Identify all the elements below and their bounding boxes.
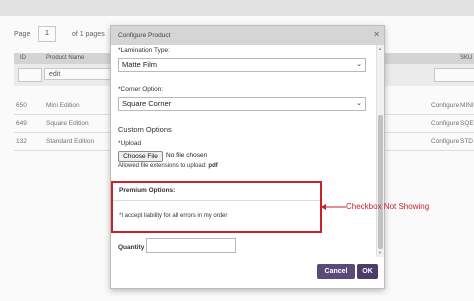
modal-scrollbar[interactable]: ▲ ▼: [376, 45, 384, 257]
chevron-down-icon: ⌄: [356, 61, 362, 68]
chevron-down-icon: ⌄: [356, 100, 362, 107]
close-icon[interactable]: ✕: [373, 30, 380, 39]
premium-options-title: Premium Options:: [119, 187, 176, 194]
modal-body: *Lamination Type: Matte Film ⌄ *Corner O…: [111, 45, 377, 257]
modal-header: Configure Product ✕: [111, 26, 384, 45]
allowed-extensions: Allowed file extensions to upload: pdf: [118, 163, 218, 169]
modal-title: Configure Product: [118, 32, 171, 39]
ok-button[interactable]: OK: [357, 264, 378, 279]
quantity-input[interactable]: [146, 238, 236, 253]
scroll-thumb[interactable]: [378, 115, 383, 249]
cancel-button[interactable]: Cancel: [317, 264, 355, 279]
lamination-value: Matte Film: [122, 60, 158, 69]
corner-value: Square Corner: [122, 99, 172, 108]
quantity-label: Quantity: [118, 244, 145, 251]
allowed-extensions-value: pdf: [208, 163, 218, 169]
lamination-select[interactable]: Matte Film ⌄: [118, 58, 366, 72]
configure-product-modal: Configure Product ✕ *Lamination Type: Ma…: [110, 25, 385, 289]
custom-options-title: Custom Options: [118, 125, 172, 134]
upload-label: *Upload: [118, 140, 142, 147]
scroll-up-icon[interactable]: ▲: [378, 46, 382, 51]
choose-file-button[interactable]: Choose File: [118, 151, 163, 162]
scroll-down-icon[interactable]: ▼: [378, 250, 382, 255]
premium-options-section: Premium Options: *I accept liability for…: [111, 181, 322, 233]
annotation-text: Checkbox Not Showing: [346, 202, 430, 211]
allowed-extensions-prefix: Allowed file extensions to upload:: [118, 163, 207, 169]
corner-select[interactable]: Square Corner ⌄: [118, 97, 366, 111]
lamination-label: *Lamination Type:: [118, 47, 170, 54]
divider: [113, 200, 320, 201]
file-status: No file chosen: [166, 152, 208, 159]
liability-agreement-text: *I accept liability for all errors in my…: [119, 213, 228, 219]
corner-label: *Corner Option:: [118, 86, 164, 93]
